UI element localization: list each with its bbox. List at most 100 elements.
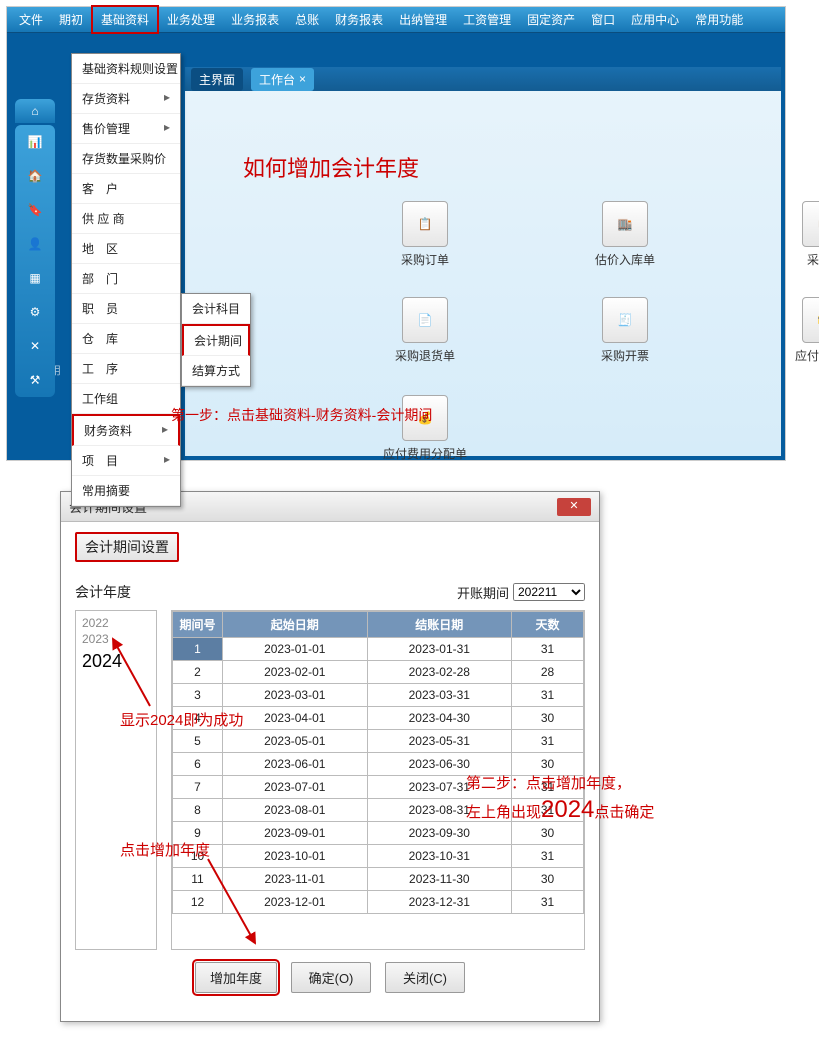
cell-days: 28: [512, 661, 584, 684]
cell-end-date: 2023-03-31: [367, 684, 512, 707]
icon-label: 估价入库单: [535, 251, 715, 268]
menu-finance-report[interactable]: 财务报表: [327, 7, 391, 32]
tool-wrench-icon[interactable]: ✕: [26, 337, 44, 355]
add-year-button[interactable]: 增加年度: [195, 962, 277, 993]
menu-general-ledger[interactable]: 总账: [287, 7, 327, 32]
tool-grid-icon[interactable]: ▦: [26, 269, 44, 287]
cell-end-date: 2023-01-31: [367, 638, 512, 661]
th-start-date: 起始日期: [223, 612, 368, 638]
dd-warehouse[interactable]: 仓 库: [72, 324, 180, 354]
cell-start-date: 2023-08-01: [223, 799, 368, 822]
dd-department[interactable]: 部 门: [72, 264, 180, 294]
tab-workbench-label: 工作台: [259, 71, 295, 88]
sub-account-period[interactable]: 会计期间: [182, 324, 250, 356]
cell-start-date: 2023-09-01: [223, 822, 368, 845]
dd-inventory[interactable]: 存货资料: [72, 84, 180, 114]
menubar: 文件 期初 基础资料 业务处理 业务报表 总账 财务报表 出纳管理 工资管理 固…: [7, 7, 785, 33]
menu-initial[interactable]: 期初: [51, 7, 91, 32]
tool-tag-icon[interactable]: 🔖: [26, 201, 44, 219]
main-app-window: 文件 期初 基础资料 业务处理 业务报表 总账 财务报表 出纳管理 工资管理 固…: [6, 6, 786, 461]
menu-cash[interactable]: 出纳管理: [391, 7, 455, 32]
th-period-no: 期间号: [173, 612, 223, 638]
menu-file[interactable]: 文件: [11, 7, 51, 32]
ok-button[interactable]: 确定(O): [291, 962, 371, 993]
sub-settlement[interactable]: 结算方式: [182, 356, 250, 386]
step1-annotation: 第一步：点击基础资料-财务资料-会计期间: [171, 405, 432, 425]
year-label: 会计年度: [75, 582, 131, 602]
box-icon: 📦: [802, 201, 819, 247]
cell-period-no: 6: [173, 753, 223, 776]
dd-staff[interactable]: 职 员: [72, 294, 180, 324]
th-end-date: 结账日期: [367, 612, 512, 638]
menu-salary[interactable]: 工资管理: [455, 7, 519, 32]
tool-chart-icon[interactable]: 📊: [26, 133, 44, 151]
tool-share-icon[interactable]: ⚙: [26, 303, 44, 321]
period-dialog: 会计期间设置 ✕ 会计期间设置 会计年度 开账期间 202211 2022 20…: [60, 491, 600, 1022]
cell-period-no: 2: [173, 661, 223, 684]
icon-purchase-invoice[interactable]: 🧾 采购开票: [535, 297, 715, 387]
dialog-close-button[interactable]: ✕: [557, 498, 591, 516]
dd-customer[interactable]: 客 户: [72, 174, 180, 204]
sidebar-header-icon: ⌂: [15, 99, 55, 123]
table-row[interactable]: 52023-05-012023-05-3131: [173, 730, 584, 753]
icon-label: 采购开票: [535, 347, 715, 364]
cell-start-date: 2023-07-01: [223, 776, 368, 799]
icon-purchase-order[interactable]: 📋采购订单: [335, 201, 515, 291]
icon-payable-expense[interactable]: 💳应付费用单: [735, 297, 819, 387]
menu-basic-data[interactable]: 基础资料: [91, 5, 159, 34]
th-days: 天数: [512, 612, 584, 638]
tool-home-icon[interactable]: 🏠: [26, 167, 44, 185]
icon-purchase-return[interactable]: 📄采购退货单: [335, 297, 515, 387]
dd-process[interactable]: 工 序: [72, 354, 180, 384]
sub-account-subject[interactable]: 会计科目: [182, 294, 250, 324]
icon-purchase[interactable]: 📦 采购单: [735, 201, 819, 291]
content-area: 主界面 工作台 × 如何增加会计年度 📋采购订单 🏬估价入库单 📦采购单 📄采购…: [185, 67, 781, 456]
table-row[interactable]: 22023-02-012023-02-2828: [173, 661, 584, 684]
cell-end-date: 2023-11-30: [367, 868, 512, 891]
dd-workgroup[interactable]: 工作组: [72, 384, 180, 414]
table-row[interactable]: 12023-01-012023-01-3131: [173, 638, 584, 661]
menu-window[interactable]: 窗口: [583, 7, 623, 32]
menu-common[interactable]: 常用功能: [687, 7, 751, 32]
clipboard-icon: 📋: [402, 201, 448, 247]
dd-region[interactable]: 地 区: [72, 234, 180, 264]
dd-supplier[interactable]: 供 应 商: [72, 204, 180, 234]
open-period-select[interactable]: 202211: [513, 583, 585, 601]
cell-period-no: 1: [173, 638, 223, 661]
receipt-icon: 🧾: [602, 297, 648, 343]
close-button[interactable]: 关闭(C): [385, 962, 465, 993]
dd-price-mgmt[interactable]: 售价管理: [72, 114, 180, 144]
cell-period-no: 5: [173, 730, 223, 753]
tab-close-icon[interactable]: ×: [299, 72, 306, 86]
tab-main[interactable]: 主界面: [191, 68, 243, 91]
dd-rule-setting[interactable]: 基础资料规则设置: [72, 54, 180, 84]
dialog-subtitle-button[interactable]: 会计期间设置: [75, 532, 179, 562]
dd-project[interactable]: 项 目: [72, 446, 180, 476]
dd-inventory-qty[interactable]: 存货数量采购价: [72, 144, 180, 174]
tool-user-icon[interactable]: 👤: [26, 235, 44, 253]
cell-end-date: 2023-02-28: [367, 661, 512, 684]
dd-finance-data[interactable]: 财务资料: [72, 414, 180, 446]
year-2022[interactable]: 2022: [82, 615, 150, 631]
doc-icon: 📄: [402, 297, 448, 343]
cell-end-date: 2023-10-31: [367, 845, 512, 868]
menu-app-center[interactable]: 应用中心: [623, 7, 687, 32]
dd-common-summary[interactable]: 常用摘要: [72, 476, 180, 506]
table-row[interactable]: 32023-03-012023-03-3131: [173, 684, 584, 707]
menu-business-report[interactable]: 业务报表: [223, 7, 287, 32]
cell-end-date: 2023-04-30: [367, 707, 512, 730]
arrow-to-addyear: [200, 851, 270, 951]
menu-business[interactable]: 业务处理: [159, 7, 223, 32]
cell-days: 30: [512, 868, 584, 891]
cell-start-date: 2023-05-01: [223, 730, 368, 753]
icon-label: 采购单: [735, 251, 819, 268]
side-toolbar: 📊 🏠 🔖 👤 ▦ ⚙ ✕ ⚒: [15, 125, 55, 397]
menu-fixed-asset[interactable]: 固定资产: [519, 7, 583, 32]
cell-days: 31: [512, 845, 584, 868]
tab-bar: 主界面 工作台 ×: [185, 67, 781, 91]
tab-workbench[interactable]: 工作台 ×: [251, 68, 314, 91]
icon-estimate-in[interactable]: 🏬估价入库单: [535, 201, 715, 291]
card-icon: 💳: [802, 297, 819, 343]
tool-settings-icon[interactable]: ⚒: [26, 371, 44, 389]
cell-days: 31: [512, 730, 584, 753]
